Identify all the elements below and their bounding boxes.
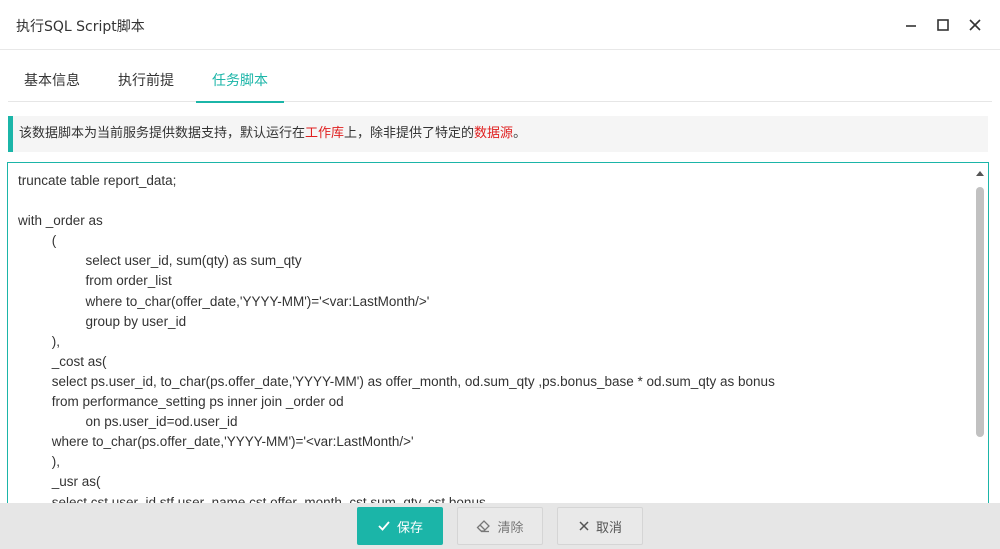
clear-button-label: 清除 [497, 520, 524, 536]
close-icon [579, 521, 589, 531]
maximize-button[interactable] [932, 14, 954, 36]
info-notice: 该数据脚本为当前服务提供数据支持，默认运行在工作库上，除非提供了特定的数据源。 [8, 116, 988, 152]
close-button[interactable] [964, 14, 986, 36]
clear-button[interactable]: 清除 [457, 507, 543, 545]
scrollbar-thumb[interactable] [976, 187, 984, 437]
maximize-icon [937, 19, 949, 31]
tab-bar: 基本信息 执行前提 任务脚本 [8, 60, 992, 103]
save-button[interactable]: 保存 [357, 507, 443, 545]
dialog-footer: 保存 清除 取消 [0, 503, 1000, 549]
window-controls [900, 14, 986, 36]
save-button-label: 保存 [396, 520, 423, 536]
notice-text-3: 。 [513, 126, 527, 141]
dialog-title: 执行SQL Script脚本 [16, 19, 145, 35]
notice-text-1: 该数据脚本为当前服务提供数据支持，默认运行在 [19, 126, 306, 141]
minimize-icon [906, 25, 916, 27]
sql-code-text[interactable]: truncate table report_data; with _order … [18, 171, 775, 511]
cancel-button[interactable]: 取消 [557, 507, 643, 545]
sql-script-editor[interactable]: truncate table report_data; with _order … [7, 162, 989, 512]
tab-task-script[interactable]: 任务脚本 [196, 60, 284, 103]
tab-preconditions[interactable]: 执行前提 [102, 60, 190, 102]
dialog-titlebar: 执行SQL Script脚本 [0, 0, 1000, 50]
check-icon [378, 521, 390, 531]
tab-basic-info[interactable]: 基本信息 [8, 60, 96, 102]
editor-scrollbar[interactable] [974, 167, 986, 509]
eraser-icon [477, 520, 491, 533]
scroll-up-arrow-icon[interactable] [976, 171, 984, 176]
close-icon [969, 19, 981, 31]
cancel-button-label: 取消 [595, 520, 622, 536]
minimize-button[interactable] [900, 14, 922, 36]
notice-text-2: 上，除非提供了特定的 [344, 126, 475, 141]
notice-highlight-datasource: 数据源 [474, 126, 514, 141]
notice-highlight-workdb: 工作库 [305, 126, 345, 141]
